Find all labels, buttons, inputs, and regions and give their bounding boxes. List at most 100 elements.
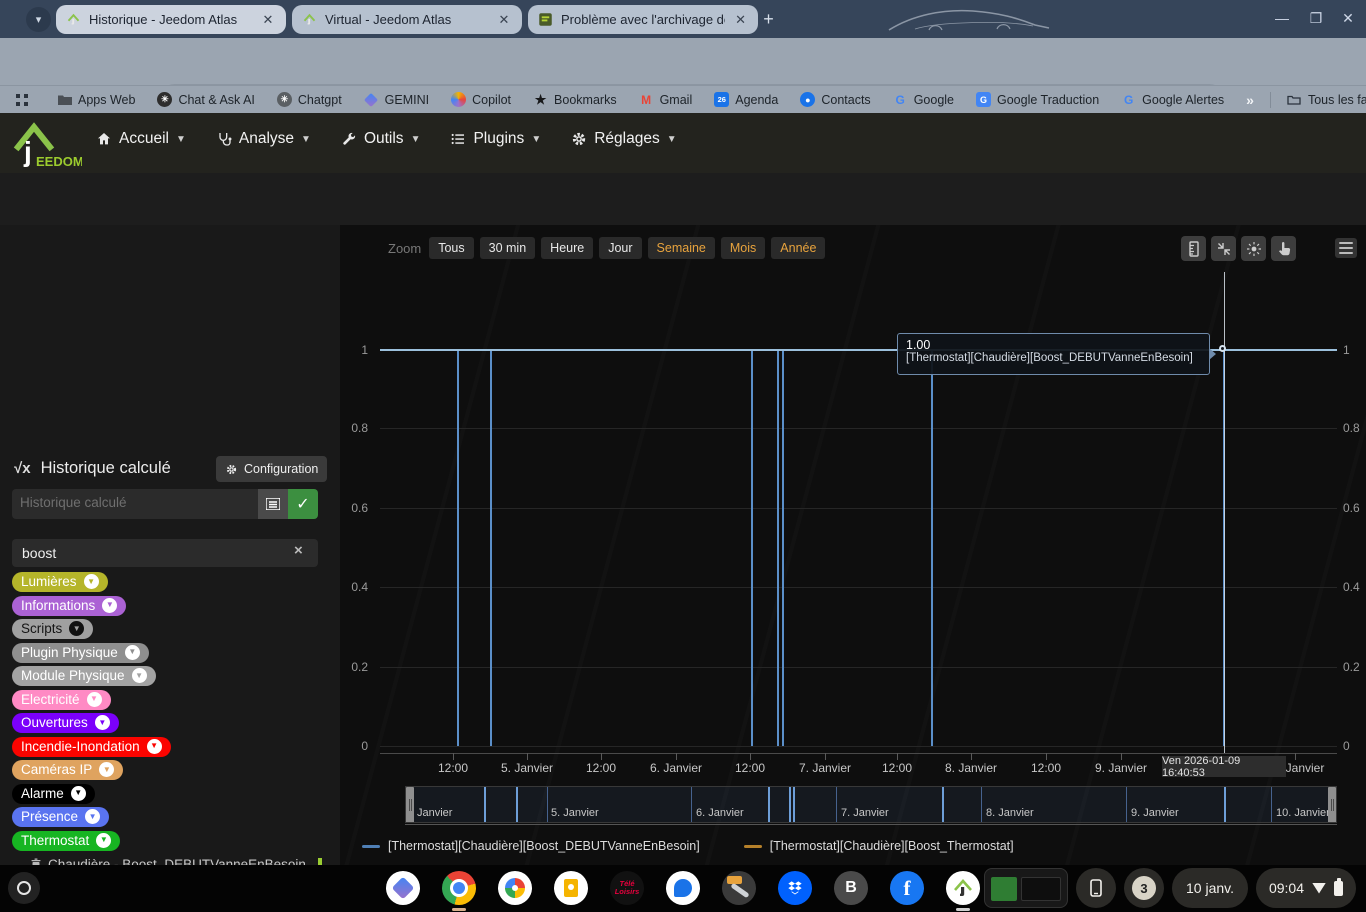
navigator-right-handle[interactable] (1328, 787, 1336, 823)
notification-counter[interactable]: 3 (1124, 868, 1164, 908)
tab-1[interactable]: Historique - Jeedom Atlas✕ (56, 5, 286, 34)
menu-plugins[interactable]: Plugins▼ (450, 130, 541, 148)
tag-electricit-[interactable]: Electricité▼ (12, 690, 111, 710)
clear-search-icon[interactable]: × (294, 542, 303, 559)
chart-navigator[interactable]: Janvier5. Janvier6. Janvier7. Janvier8. … (405, 786, 1337, 823)
apps-grid-icon[interactable] (14, 92, 29, 107)
expand-arrow-icon[interactable]: ▼ (84, 574, 99, 589)
tab-3[interactable]: Problème avec l'archivage des✕ (528, 5, 758, 34)
configuration-button[interactable]: Configuration (216, 456, 327, 482)
tab-search-button[interactable]: ▾ (26, 7, 51, 32)
expand-arrow-icon[interactable]: ▼ (85, 809, 100, 824)
bookmark-agenda[interactable]: 26Agenda (714, 92, 778, 107)
tag-informations[interactable]: Informations▼ (12, 596, 126, 616)
restore-button[interactable]: ❐ (1306, 10, 1326, 27)
ruler-icon-button[interactable] (1181, 236, 1206, 261)
legend-item[interactable]: [Thermostat][Chaudière][Boost_Thermostat… (744, 839, 1014, 853)
navigator-left-handle[interactable] (406, 787, 414, 823)
brightness-icon-button[interactable] (1241, 236, 1266, 261)
zoom-button-semaine[interactable]: Semaine (648, 237, 715, 259)
bookmark-gemini[interactable]: GEMINI (364, 92, 429, 107)
bookmarks-overflow-chevron[interactable]: » (1246, 92, 1254, 108)
shelf-app-keep[interactable] (554, 871, 588, 905)
shelf-app-dropbox[interactable] (778, 871, 812, 905)
status-tray[interactable]: 09:04 (1256, 868, 1356, 908)
minimize-button[interactable]: — (1272, 10, 1292, 26)
bookmark-copilot[interactable]: Copilot (451, 92, 511, 107)
tag-pr-sence[interactable]: Présence▼ (12, 807, 109, 827)
expand-arrow-icon[interactable]: ▼ (71, 786, 86, 801)
tag-alarme[interactable]: Alarme▼ (12, 784, 95, 804)
zoom-button-mois[interactable]: Mois (721, 237, 765, 259)
chart-menu-icon[interactable] (1335, 238, 1357, 258)
shelf-app-photos[interactable] (498, 871, 532, 905)
tag-incendie-inondation[interactable]: Incendie-Inondation▼ (12, 737, 171, 757)
shelf-app-dev-tools[interactable] (722, 871, 756, 905)
shelf-app-tele-loisirs[interactable]: TéléLoisirs (610, 871, 644, 905)
shelf-app-facebook[interactable]: f (890, 871, 924, 905)
tab-close-icon[interactable]: ✕ (733, 12, 748, 28)
phone-hub-button[interactable] (1076, 868, 1116, 908)
menu-outils[interactable]: Outils▼ (341, 130, 421, 148)
bookmark-contacts[interactable]: ●Contacts (800, 92, 870, 107)
legend-item[interactable]: [Thermostat][Chaudière][Boost_DEBUTVanne… (362, 839, 700, 853)
shelf-app-messages[interactable] (666, 871, 700, 905)
zoom-button-ann-e[interactable]: Année (771, 237, 825, 259)
chevron-down-icon: ▼ (531, 134, 541, 145)
tag-thermostat[interactable]: Thermostat▼ (12, 831, 120, 851)
expand-arrow-icon[interactable]: ▼ (96, 833, 111, 848)
zoom-button-heure[interactable]: Heure (541, 237, 593, 259)
close-window-button[interactable]: ✕ (1338, 10, 1358, 27)
expand-arrow-icon[interactable]: ▼ (99, 762, 114, 777)
tag-lumi-res[interactable]: Lumières▼ (12, 572, 108, 592)
bookmark-bookmarks[interactable]: ★Bookmarks (533, 92, 617, 107)
tag-plugin-physique[interactable]: Plugin Physique▼ (12, 643, 149, 663)
tag-module-physique[interactable]: Module Physique▼ (12, 666, 156, 686)
search-input[interactable] (12, 539, 318, 567)
bookmark-chatgpt[interactable]: ✳Chatgpt (277, 92, 342, 107)
compress-icon-button[interactable] (1211, 236, 1236, 261)
shelf-app-chrome[interactable] (442, 871, 476, 905)
date-pill[interactable]: 10 janv. (1172, 868, 1248, 908)
expand-arrow-icon[interactable]: ▼ (102, 598, 117, 613)
bookmark-gmail[interactable]: MGmail (639, 92, 693, 107)
validate-button[interactable]: ✓ (288, 489, 318, 519)
bookmark-google-alertes[interactable]: GGoogle Alertes (1121, 92, 1224, 107)
tab-close-icon[interactable]: ✕ (260, 12, 276, 28)
tag-ouvertures[interactable]: Ouvertures▼ (12, 713, 119, 733)
menu-réglages[interactable]: Réglages▼ (571, 130, 676, 148)
bookmark-chat-ask-ai[interactable]: ✳Chat & Ask AI (157, 92, 254, 107)
jeedom-logo[interactable]: j EEDOM (10, 119, 82, 169)
expand-arrow-icon[interactable]: ▼ (87, 692, 102, 707)
shelf-app-jeedom[interactable] (946, 871, 980, 905)
window-preview-thumbnail[interactable] (984, 868, 1068, 908)
y-axis-label-left: 0.2 (332, 660, 368, 674)
bookmark-google[interactable]: GGoogle (893, 92, 954, 107)
zoom-button-jour[interactable]: Jour (599, 237, 641, 259)
expand-arrow-icon[interactable]: ▼ (125, 645, 140, 660)
all-bookmarks-folder[interactable]: Tous les favoris (1287, 92, 1366, 107)
tag-cam-ras-ip[interactable]: Caméras IP▼ (12, 760, 123, 780)
expand-arrow-icon[interactable]: ▼ (147, 739, 162, 754)
bookmark-apps-web[interactable]: Apps Web (57, 92, 135, 107)
zoom-button-tous[interactable]: Tous (429, 237, 473, 259)
menu-accueil[interactable]: Accueil▼ (96, 130, 186, 148)
zoom-button-30-min[interactable]: 30 min (480, 237, 536, 259)
menu-analyse[interactable]: Analyse▼ (216, 130, 311, 148)
tab-2[interactable]: Virtual - Jeedom Atlas✕ (292, 5, 522, 34)
navigator-label: 7. Janvier (841, 807, 889, 819)
tag-scripts[interactable]: Scripts▼ (12, 619, 93, 639)
expand-arrow-icon[interactable]: ▼ (132, 668, 147, 683)
new-tab-button[interactable]: + (756, 7, 781, 32)
tab-close-icon[interactable]: ✕ (496, 12, 512, 28)
hand-pointer-icon-button[interactable] (1271, 236, 1296, 261)
y-axis-label-right: 0 (1343, 739, 1366, 753)
shelf-app-b-app[interactable]: B (834, 871, 868, 905)
list-select-button[interactable] (258, 489, 288, 519)
expand-arrow-icon[interactable]: ▼ (69, 621, 84, 636)
bookmark-google-traduction[interactable]: GGoogle Traduction (976, 92, 1099, 107)
calculated-history-input[interactable] (12, 489, 258, 519)
launcher-button[interactable] (8, 872, 40, 904)
shelf-app-gemini[interactable] (386, 871, 420, 905)
expand-arrow-icon[interactable]: ▼ (95, 715, 110, 730)
